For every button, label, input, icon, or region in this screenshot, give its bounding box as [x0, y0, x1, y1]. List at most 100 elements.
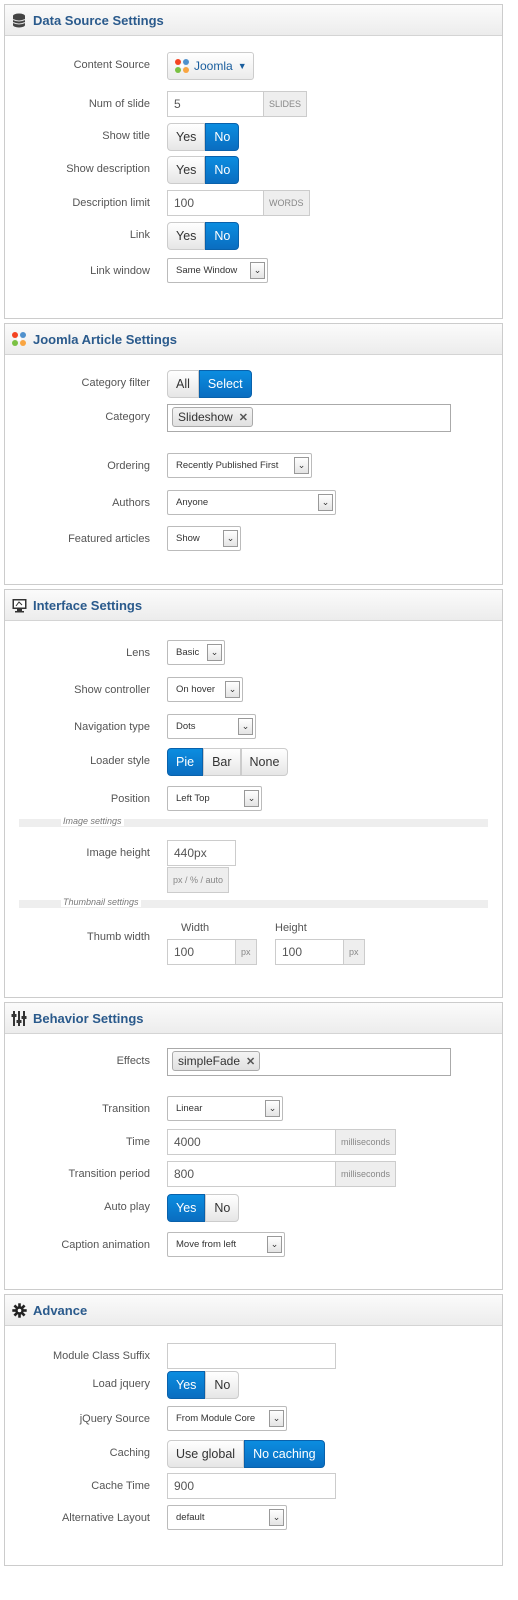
no-caching-button[interactable]: No caching	[244, 1440, 325, 1468]
position-select[interactable]: Left Top ⌄	[167, 786, 262, 811]
thumb-height-input[interactable]: 100	[275, 939, 344, 965]
show-title-yes-button[interactable]: Yes	[167, 123, 206, 151]
loader-bar-button[interactable]: Bar	[203, 748, 241, 776]
behavior-header[interactable]: Behavior Settings	[5, 1003, 502, 1034]
image-height-input[interactable]: 440px	[167, 840, 236, 866]
link-label: Link	[129, 229, 150, 241]
show-title-no-button[interactable]: No	[205, 123, 240, 151]
link-window-label: Link window	[90, 265, 150, 277]
px-addon: px	[344, 939, 365, 965]
thumb-size-row: 100 px 100 px	[5, 939, 502, 967]
remove-tag-icon[interactable]: ✕	[239, 412, 248, 424]
time-label: Time	[125, 1136, 150, 1148]
caption-animation-label: Caption animation	[61, 1239, 150, 1251]
alternative-layout-label: Alternative Layout	[61, 1512, 150, 1524]
authors-select[interactable]: Anyone ⌄	[167, 490, 336, 515]
caption-animation-select[interactable]: Move from left ⌄	[167, 1232, 285, 1257]
category-filter-row: Category filter All Select	[5, 370, 502, 398]
description-limit-input[interactable]: 100	[167, 190, 264, 216]
chevron-down-icon: ⌄	[225, 681, 240, 698]
load-jquery-row: Load jquery Yes No	[5, 1371, 502, 1399]
px-addon: px	[236, 939, 257, 965]
category-tag-label: Slideshow	[178, 410, 233, 424]
content-source-row: Content Source Joomla ▼	[5, 52, 502, 80]
featured-select[interactable]: Show ⌄	[167, 526, 241, 551]
panel-title: Interface Settings	[33, 597, 143, 613]
num-slide-label: Num of slide	[88, 98, 150, 110]
thumbnail-settings-heading: Thumbnail settings	[61, 897, 141, 907]
show-description-yes-button[interactable]: Yes	[167, 156, 206, 184]
show-controller-row: Show controller On hover ⌄	[5, 677, 502, 705]
chevron-down-icon: ⌄	[318, 494, 333, 511]
show-title-label: Show title	[102, 130, 150, 142]
lens-value: Basic	[176, 647, 200, 658]
chevron-down-icon: ⌄	[250, 262, 265, 279]
position-row: Position Left Top ⌄	[5, 786, 502, 814]
transition-select[interactable]: Linear ⌄	[167, 1096, 283, 1121]
link-window-select[interactable]: Same Window ⌄	[167, 258, 268, 283]
chevron-down-icon: ⌄	[294, 457, 309, 474]
chevron-down-icon: ⌄	[267, 1236, 282, 1253]
auto-play-yes-button[interactable]: Yes	[167, 1194, 206, 1222]
alternative-layout-select[interactable]: default ⌄	[167, 1505, 287, 1530]
image-height-hint-row: px / % / auto	[5, 867, 502, 895]
link-no-button[interactable]: No	[205, 222, 240, 250]
show-controller-select[interactable]: On hover ⌄	[167, 677, 243, 702]
navigation-type-row: Navigation type Dots ⌄	[5, 714, 502, 742]
auto-play-no-button[interactable]: No	[205, 1194, 240, 1222]
load-jquery-yes-button[interactable]: Yes	[167, 1371, 206, 1399]
navigation-type-value: Dots	[176, 721, 196, 732]
thumb-height-heading: Height	[275, 922, 307, 934]
category-multiselect[interactable]: Slideshow ✕	[167, 404, 451, 432]
effects-row: Effects simpleFade ✕	[5, 1048, 502, 1076]
cache-time-input[interactable]: 900	[167, 1473, 336, 1499]
position-label: Position	[110, 793, 150, 805]
use-global-button[interactable]: Use global	[167, 1440, 245, 1468]
ordering-row: Ordering Recently Published First ⌄	[5, 453, 502, 481]
ordering-select[interactable]: Recently Published First ⌄	[167, 453, 312, 478]
data-source-header[interactable]: Data Source Settings	[5, 5, 502, 36]
milliseconds-addon: milliseconds	[336, 1161, 397, 1187]
content-source-dropdown[interactable]: Joomla ▼	[167, 52, 254, 80]
description-limit-label: Description limit	[72, 197, 150, 209]
navigation-type-label: Navigation type	[74, 721, 150, 733]
advance-panel: Advance Module Class Suffix Load jquery …	[4, 1294, 503, 1566]
loader-pie-button[interactable]: Pie	[167, 748, 204, 776]
num-slide-input[interactable]: 5	[167, 91, 264, 117]
chevron-down-icon: ⌄	[223, 530, 238, 547]
transition-period-input[interactable]: 800	[167, 1161, 336, 1187]
show-description-label: Show description	[66, 163, 150, 175]
load-jquery-no-button[interactable]: No	[205, 1371, 240, 1399]
module-class-suffix-input[interactable]	[167, 1343, 336, 1369]
joomla-article-header[interactable]: Joomla Article Settings	[5, 324, 502, 355]
category-filter-all-button[interactable]: All	[167, 370, 199, 398]
thumbnail-settings-separator: Thumbnail settings	[19, 897, 488, 908]
time-input[interactable]: 4000	[167, 1129, 336, 1155]
interface-header[interactable]: Interface Settings	[5, 590, 502, 621]
ordering-value: Recently Published First	[176, 460, 279, 471]
featured-value: Show	[176, 533, 200, 544]
chevron-down-icon: ⌄	[269, 1410, 284, 1427]
module-class-suffix-row: Module Class Suffix	[5, 1343, 502, 1371]
thumb-width-input[interactable]: 100	[167, 939, 236, 965]
authors-row: Authors Anyone ⌄	[5, 490, 502, 518]
remove-tag-icon[interactable]: ✕	[246, 1056, 255, 1068]
lens-select[interactable]: Basic ⌄	[167, 640, 225, 665]
show-description-no-button[interactable]: No	[205, 156, 240, 184]
cache-time-label: Cache Time	[91, 1480, 150, 1492]
link-yes-button[interactable]: Yes	[167, 222, 206, 250]
transition-label: Transition	[102, 1103, 150, 1115]
sliders-icon	[11, 1010, 27, 1026]
advance-header[interactable]: Advance	[5, 1295, 502, 1326]
lens-label: Lens	[126, 647, 150, 659]
loader-none-button[interactable]: None	[240, 748, 289, 776]
navigation-type-select[interactable]: Dots ⌄	[167, 714, 256, 739]
category-filter-select-button[interactable]: Select	[198, 370, 252, 398]
jquery-source-select[interactable]: From Module Core ⌄	[167, 1406, 287, 1431]
effects-multiselect[interactable]: simpleFade ✕	[167, 1048, 451, 1076]
position-value: Left Top	[176, 793, 210, 804]
milliseconds-addon: milliseconds	[336, 1129, 397, 1155]
num-slide-row: Num of slide 5 SLIDES	[5, 91, 502, 119]
featured-row: Featured articles Show ⌄	[5, 526, 502, 554]
show-controller-label: Show controller	[74, 684, 150, 696]
